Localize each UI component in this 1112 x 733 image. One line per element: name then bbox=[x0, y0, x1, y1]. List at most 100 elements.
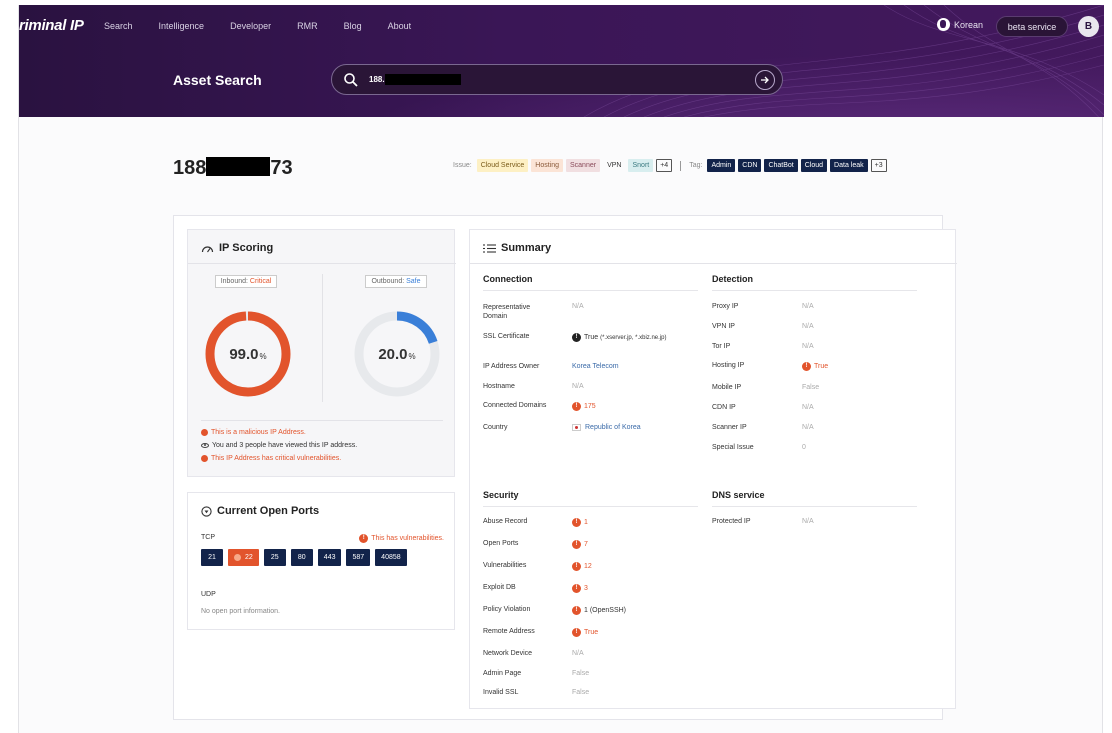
tag-badge[interactable]: CDN bbox=[738, 159, 762, 172]
tag-more-button[interactable]: +3 bbox=[870, 159, 887, 172]
outbound-label: Outbound: Safe bbox=[365, 275, 427, 288]
nav-developer[interactable]: Developer bbox=[230, 21, 271, 31]
row-value-text: 1 (OpenSSH) bbox=[584, 607, 627, 614]
row-key: Vulnerabilities bbox=[483, 562, 527, 569]
row-value-text: 1 bbox=[584, 519, 588, 526]
port-badge-vulnerable[interactable]: 22 bbox=[228, 549, 259, 566]
outbound-label-text: Outbound: bbox=[371, 278, 405, 285]
open-ports-title: Current Open Ports bbox=[201, 505, 319, 517]
row-key: Proxy IP bbox=[712, 303, 739, 310]
language-label: Korean bbox=[954, 19, 984, 30]
row-hostname: Hostname N/A bbox=[483, 383, 708, 390]
nav-blog[interactable]: Blog bbox=[344, 21, 362, 31]
nav-rmr[interactable]: RMR bbox=[297, 21, 318, 31]
inbound-label: Inbound: Critical bbox=[214, 275, 278, 288]
alert-icon bbox=[234, 554, 241, 561]
row-value-text: 12 bbox=[584, 563, 592, 570]
row-value[interactable]: 7 bbox=[572, 540, 588, 549]
port-icon bbox=[201, 505, 212, 517]
tag-badge[interactable]: Admin bbox=[707, 159, 736, 172]
ssl-value: True (*.xserver.jp, *.xbiz.ne.jp) bbox=[584, 333, 666, 343]
row-scanner-ip: Scanner IP N/A bbox=[712, 424, 932, 431]
row-key: Remote Address bbox=[483, 628, 535, 635]
issue-more-button[interactable]: +4 bbox=[656, 159, 673, 172]
alert-icon bbox=[572, 606, 581, 615]
vulnerability-note: This IP Address has critical vulnerabili… bbox=[201, 452, 357, 465]
row-value: False bbox=[572, 670, 590, 677]
redaction-bar bbox=[385, 74, 461, 85]
page-title: Asset Search bbox=[173, 72, 262, 88]
row-vpn-ip: VPN IP N/A bbox=[712, 323, 932, 330]
port-number: 22 bbox=[245, 554, 253, 561]
ssl-status: True bbox=[584, 334, 599, 341]
issue-badge[interactable]: Cloud Service bbox=[476, 159, 529, 172]
issue-badge[interactable]: Snort bbox=[628, 159, 654, 172]
summary-panel: Summary Connection Representative Domain… bbox=[469, 229, 957, 709]
row-value-text: Republic of Korea bbox=[585, 424, 641, 431]
issue-badge[interactable]: Hosting bbox=[531, 159, 563, 172]
alert-icon bbox=[572, 562, 581, 571]
port-badge[interactable]: 443 bbox=[317, 549, 342, 566]
row-tor-ip: Tor IP N/A bbox=[712, 343, 932, 350]
tag-badge[interactable]: Cloud bbox=[800, 159, 828, 172]
logo[interactable]: riminal IP bbox=[19, 17, 84, 34]
port-badge[interactable]: 80 bbox=[290, 549, 313, 566]
row-value[interactable]: 12 bbox=[572, 562, 592, 571]
row-key: Hostname bbox=[483, 383, 515, 390]
ip-scoring-panel: IP Scoring Inbound: Critical 99.0% Outbo… bbox=[187, 229, 456, 477]
port-badge[interactable]: 25 bbox=[263, 549, 286, 566]
divider bbox=[712, 506, 917, 507]
ip-scoring-title: IP Scoring bbox=[201, 242, 273, 254]
row-hosting-ip: Hosting IP True bbox=[712, 362, 932, 371]
alert-icon bbox=[359, 534, 369, 543]
row-value[interactable]: 175 bbox=[572, 402, 596, 411]
nav-intelligence[interactable]: Intelligence bbox=[159, 21, 205, 31]
row-value-text: True bbox=[814, 363, 829, 370]
alert-icon bbox=[572, 584, 581, 593]
ip-scoring-label: IP Scoring bbox=[219, 242, 274, 254]
divider bbox=[470, 263, 957, 264]
alert-icon bbox=[802, 362, 811, 371]
row-key: Representative Domain bbox=[483, 304, 531, 320]
row-value[interactable]: Republic of Korea bbox=[572, 424, 641, 431]
alert-icon bbox=[572, 628, 581, 637]
row-mobile-ip: Mobile IP False bbox=[712, 384, 932, 391]
note-text: This IP Address has critical vulnerabili… bbox=[211, 455, 342, 462]
divider bbox=[322, 274, 323, 402]
row-key: Connected Domains bbox=[483, 402, 547, 409]
tag-badge[interactable]: Data leak bbox=[830, 159, 868, 172]
redaction-bar bbox=[206, 157, 271, 176]
divider bbox=[201, 420, 443, 421]
row-value[interactable]: 3 bbox=[572, 584, 588, 593]
language-switch[interactable]: Korean bbox=[937, 18, 983, 31]
alert-icon bbox=[201, 455, 208, 462]
row-network-device: Network Device N/A bbox=[483, 650, 708, 657]
row-key: Special Issue bbox=[712, 444, 754, 451]
row-value[interactable]: Korea Telecom bbox=[572, 363, 619, 370]
row-value: False bbox=[802, 384, 820, 391]
port-badge[interactable]: 587 bbox=[346, 549, 371, 566]
search-input[interactable]: 188. bbox=[331, 64, 783, 95]
row-key: CDN IP bbox=[712, 404, 736, 411]
tag-badge[interactable]: ChatBot bbox=[764, 159, 798, 172]
beta-service-button[interactable]: beta service bbox=[996, 16, 1068, 37]
inbound-score: 99.0% bbox=[202, 308, 294, 400]
list-icon bbox=[483, 243, 496, 253]
row-value: N/A bbox=[572, 383, 584, 390]
issue-badge[interactable]: Scanner bbox=[566, 159, 601, 172]
row-value: N/A bbox=[802, 424, 814, 431]
port-badge[interactable]: 40858 bbox=[375, 549, 407, 566]
row-value[interactable]: 1 bbox=[572, 518, 588, 527]
row-open-ports: Open Ports 7 bbox=[483, 540, 708, 549]
row-value[interactable]: 1 (OpenSSH) bbox=[572, 606, 626, 615]
search-submit-button[interactable] bbox=[755, 70, 775, 90]
port-badge[interactable]: 21 bbox=[201, 549, 223, 566]
summary-label: Summary bbox=[501, 242, 552, 254]
divider bbox=[712, 290, 917, 291]
nav-about[interactable]: About bbox=[388, 21, 412, 31]
globe-icon bbox=[937, 18, 950, 31]
detection-heading: Detection bbox=[712, 274, 754, 284]
issue-badge[interactable]: VPN bbox=[603, 159, 625, 172]
nav-search[interactable]: Search bbox=[104, 21, 133, 31]
avatar[interactable]: B bbox=[1078, 16, 1099, 37]
